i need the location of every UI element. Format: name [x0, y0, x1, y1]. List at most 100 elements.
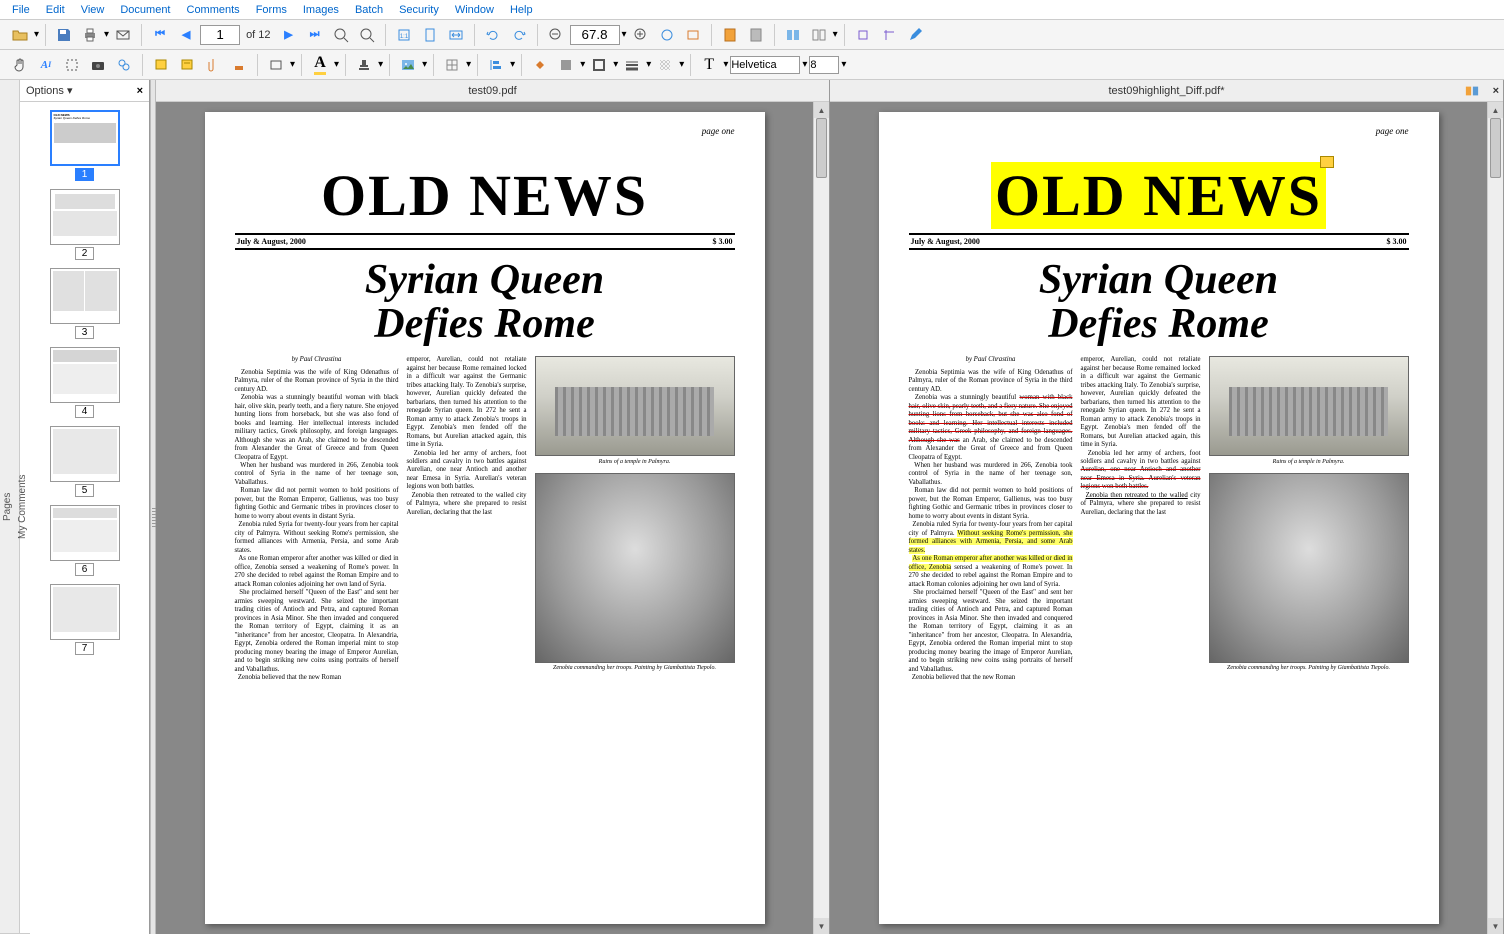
loupe-button[interactable]	[655, 23, 679, 47]
strikeout-annotation[interactable]: Aurelian, one near Antioch and another n…	[1081, 466, 1201, 490]
next-page-button[interactable]: ▶	[277, 23, 301, 47]
form-button[interactable]	[718, 23, 742, 47]
open-dropdown[interactable]: ▾	[34, 29, 39, 40]
stamp-tool[interactable]	[352, 53, 376, 77]
text-dropdown[interactable]: ▾	[723, 59, 728, 70]
fillcolor-tool[interactable]	[528, 53, 552, 77]
last-page-button[interactable]: ⏭	[303, 23, 327, 47]
opacity-dropdown[interactable]: ▾	[679, 59, 684, 70]
fit-width-button[interactable]	[444, 23, 468, 47]
print-button[interactable]	[78, 23, 102, 47]
thumbnail-5[interactable]: 5	[50, 426, 120, 497]
doc-body-right[interactable]: page one OLD NEWS July & August, 2000$ 3…	[830, 102, 1487, 934]
color-swatch[interactable]	[554, 53, 578, 77]
thumbnail-7[interactable]: 7	[50, 584, 120, 655]
grid-tool[interactable]	[440, 53, 464, 77]
zoom-out-button[interactable]	[544, 23, 568, 47]
zoom-input[interactable]	[570, 25, 620, 45]
menu-edit[interactable]: Edit	[38, 2, 73, 18]
align-tool[interactable]	[484, 53, 508, 77]
menu-view[interactable]: View	[73, 2, 113, 18]
thumbnail-6[interactable]: 6	[50, 505, 120, 576]
open-button[interactable]	[8, 23, 32, 47]
note-tool[interactable]	[149, 53, 173, 77]
menu-images[interactable]: Images	[295, 2, 347, 18]
doc-tab-left[interactable]: test09.pdf	[156, 80, 829, 102]
close-icon[interactable]: ×	[1493, 85, 1499, 97]
attach-tool[interactable]	[201, 53, 225, 77]
menu-security[interactable]: Security	[391, 2, 447, 18]
rotate-ccw-button[interactable]	[481, 23, 505, 47]
form2-button[interactable]	[744, 23, 768, 47]
compare-dropdown[interactable]: ▾	[833, 29, 838, 40]
print-dropdown[interactable]: ▾	[104, 29, 109, 40]
thumbnail-3[interactable]: 3	[50, 268, 120, 339]
find-tool[interactable]	[112, 53, 136, 77]
thumb-close[interactable]: ×	[137, 85, 143, 97]
rect-tool[interactable]	[264, 53, 288, 77]
prev-page-button[interactable]: ◀	[174, 23, 198, 47]
sync-button[interactable]	[807, 23, 831, 47]
doc-body-left[interactable]: page one OLD NEWS July & August, 2000$ 3…	[156, 102, 813, 934]
page-input[interactable]	[200, 25, 240, 45]
edit-button[interactable]	[903, 23, 927, 47]
zoom-in-icon[interactable]	[355, 23, 379, 47]
marquee-tool[interactable]	[60, 53, 84, 77]
clip-button[interactable]	[851, 23, 875, 47]
line-tool[interactable]	[620, 53, 644, 77]
grid-dropdown[interactable]: ▾	[466, 59, 471, 70]
stamp2-tool[interactable]	[227, 53, 251, 77]
snapshot-tool[interactable]	[86, 53, 110, 77]
hand-tool[interactable]	[8, 53, 32, 77]
scan-button[interactable]	[681, 23, 705, 47]
line-dropdown[interactable]: ▾	[646, 59, 651, 70]
thumbnail-4[interactable]: 4	[50, 347, 120, 418]
save-button[interactable]	[52, 23, 76, 47]
underline-annotation[interactable]: Zenobia then retreated to the walled	[1086, 492, 1188, 499]
image-dropdown[interactable]: ▾	[422, 59, 427, 70]
highlight-tool[interactable]: A	[308, 53, 332, 77]
shape-dropdown[interactable]: ▾	[290, 59, 295, 70]
font-dropdown[interactable]: ▾	[802, 59, 807, 70]
thumbnail-1[interactable]: OLD NEWSSyrian Queen Defies Rome1	[50, 110, 120, 181]
menu-help[interactable]: Help	[502, 2, 541, 18]
opacity-tool[interactable]	[653, 53, 677, 77]
pages-tab[interactable]: Pages	[0, 80, 15, 934]
fit-page-button[interactable]	[418, 23, 442, 47]
thumbnail-2[interactable]: 2	[50, 189, 120, 260]
fontsize-select[interactable]	[809, 56, 839, 74]
scrollbar-left[interactable]: ▲▼	[813, 102, 829, 934]
zoom-in-button[interactable]	[629, 23, 653, 47]
menu-document[interactable]: Document	[112, 2, 178, 18]
text-select-tool[interactable]: AI	[34, 53, 58, 77]
comments-tab[interactable]: My Comments	[15, 80, 30, 934]
doc-tab-right[interactable]: test09highlight_Diff.pdf* ×	[830, 80, 1503, 102]
zoom-out-icon[interactable]	[329, 23, 353, 47]
border-dropdown[interactable]: ▾	[613, 59, 618, 70]
crop-button[interactable]	[877, 23, 901, 47]
compare-button[interactable]	[781, 23, 805, 47]
border-tool[interactable]	[587, 53, 611, 77]
sticky-note-icon[interactable]	[1320, 156, 1334, 168]
fit-actual-button[interactable]: 1:1	[392, 23, 416, 47]
menu-batch[interactable]: Batch	[347, 2, 391, 18]
email-button[interactable]	[111, 23, 135, 47]
thumb-options[interactable]: Options ▾	[26, 84, 73, 97]
color-dropdown[interactable]: ▾	[580, 59, 585, 70]
font-select[interactable]	[730, 56, 800, 74]
zoom-dropdown[interactable]: ▾	[622, 29, 627, 40]
fontsize-dropdown[interactable]: ▾	[841, 59, 846, 70]
scrollbar-right[interactable]: ▲▼	[1487, 102, 1503, 934]
stamp-dropdown[interactable]: ▾	[378, 59, 383, 70]
rotate-cw-button[interactable]	[507, 23, 531, 47]
text-tool[interactable]: T	[697, 53, 721, 77]
menu-file[interactable]: File	[4, 2, 38, 18]
highlight-dropdown[interactable]: ▾	[334, 59, 339, 70]
image-tool[interactable]	[396, 53, 420, 77]
menu-window[interactable]: Window	[447, 2, 502, 18]
menu-comments[interactable]: Comments	[179, 2, 248, 18]
note2-tool[interactable]	[175, 53, 199, 77]
menu-forms[interactable]: Forms	[248, 2, 295, 18]
align-dropdown[interactable]: ▾	[510, 59, 515, 70]
first-page-button[interactable]: ⏮	[148, 23, 172, 47]
